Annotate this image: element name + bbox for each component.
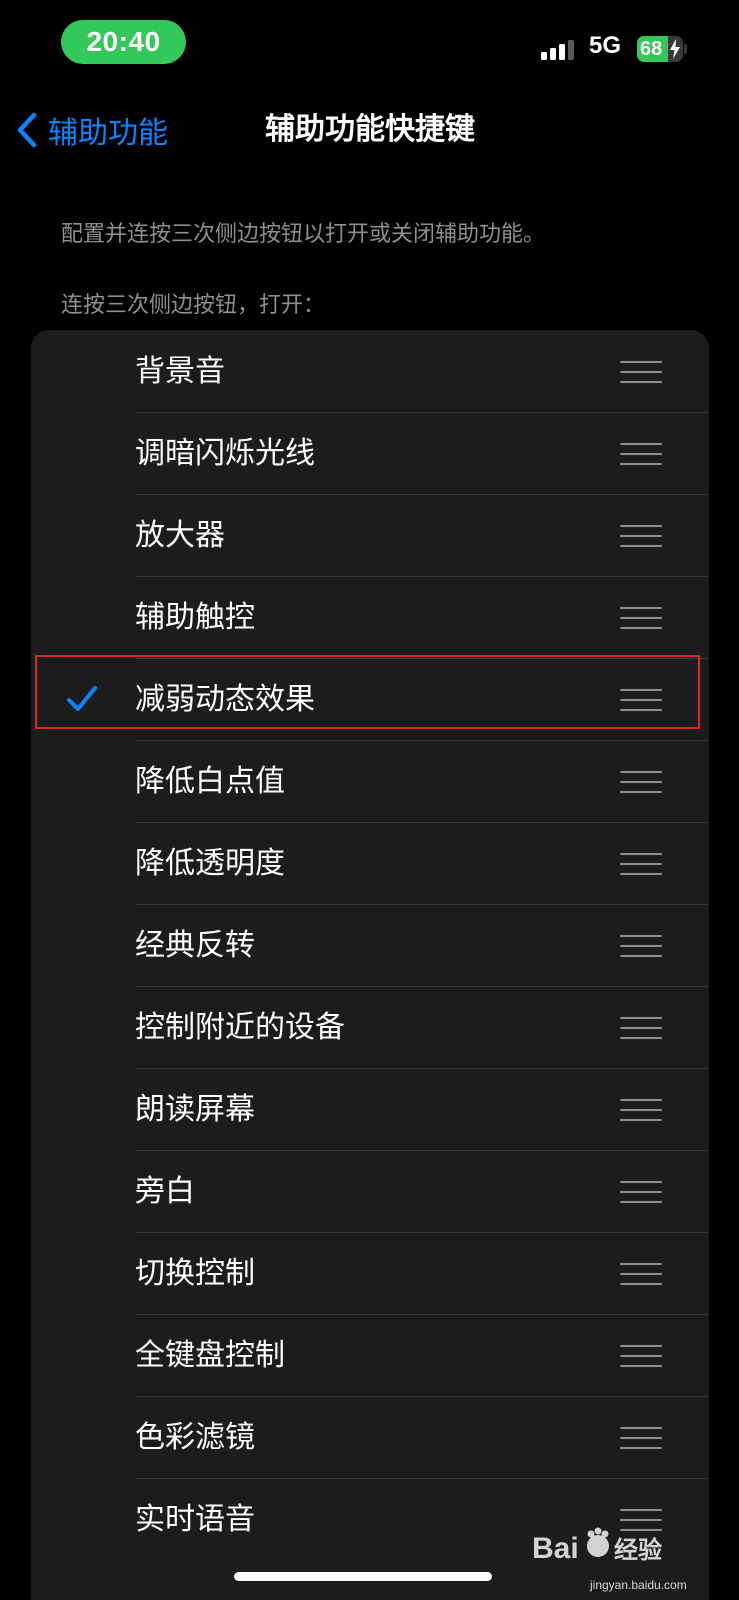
- reorder-handle-icon[interactable]: [620, 607, 662, 629]
- reorder-handle-icon[interactable]: [620, 525, 662, 547]
- signal-bar: [568, 40, 574, 60]
- reorder-handle-icon[interactable]: [620, 853, 662, 875]
- shortcut-row-label: 朗读屏幕: [135, 1092, 255, 1127]
- reorder-handle-icon[interactable]: [620, 1099, 662, 1121]
- network-type: 5G: [589, 32, 622, 59]
- checkmark-icon: [67, 686, 97, 711]
- shortcut-row[interactable]: 减弱动态效果: [31, 658, 709, 741]
- section-header: 连按三次侧边按钮，打开：: [61, 293, 326, 318]
- shortcut-row[interactable]: 辅助触控: [31, 576, 709, 659]
- shortcut-row-label: 辅助触控: [135, 600, 255, 635]
- cellular-signal-icon: [541, 38, 574, 60]
- reorder-handle-icon[interactable]: [620, 1181, 662, 1203]
- reorder-handle-icon[interactable]: [620, 935, 662, 957]
- back-button[interactable]: 辅助功能: [16, 108, 168, 152]
- shortcut-row-label: 切换控制: [135, 1256, 255, 1291]
- shortcut-row-label: 控制附近的设备: [135, 1010, 345, 1045]
- shortcut-row[interactable]: 色彩滤镜: [31, 1396, 709, 1479]
- home-indicator[interactable]: [234, 1572, 492, 1581]
- back-button-label: 辅助功能: [48, 116, 168, 151]
- shortcut-row[interactable]: 切换控制: [31, 1232, 709, 1315]
- shortcut-row[interactable]: 旁白: [31, 1150, 709, 1233]
- signal-bar: [541, 52, 547, 60]
- shortcut-list: 背景音调暗闪烁光线 放大器辅助触控减弱动态效果 降低白点值降低透明度经典反转控制附近…: [31, 330, 709, 1600]
- reorder-handle-icon[interactable]: [620, 1017, 662, 1039]
- signal-bar: [559, 44, 565, 60]
- shortcut-row-label: 降低白点值: [135, 764, 285, 799]
- battery-percent: 68: [640, 38, 663, 60]
- shortcut-row[interactable]: 实时语音: [31, 1478, 709, 1561]
- watermark-url: jingyan.baidu.com: [590, 1578, 687, 1592]
- reorder-handle-icon[interactable]: [620, 771, 662, 793]
- reorder-handle-icon[interactable]: [620, 689, 662, 711]
- battery-icon: 68: [637, 36, 683, 62]
- chevron-left-icon: [17, 112, 37, 148]
- reorder-handle-icon[interactable]: [620, 1345, 662, 1367]
- shortcut-row-label: 减弱动态效果: [135, 682, 315, 717]
- shortcut-row[interactable]: 背景音: [31, 330, 709, 413]
- shortcut-row-label: 旁白: [135, 1174, 195, 1209]
- reorder-handle-icon[interactable]: [620, 1263, 662, 1285]
- reorder-handle-icon[interactable]: [620, 1427, 662, 1449]
- page-title: 辅助功能快捷键: [265, 112, 475, 147]
- shortcut-row-label: 调暗闪烁光线: [135, 436, 315, 471]
- reorder-handle-icon[interactable]: [620, 1509, 662, 1531]
- shortcut-row[interactable]: 降低白点值: [31, 740, 709, 823]
- shortcut-row-label: 实时语音: [135, 1502, 255, 1537]
- battery-cap: [684, 44, 687, 54]
- shortcut-row-label: 背景音: [135, 354, 225, 389]
- shortcut-row[interactable]: 放大器: [31, 494, 709, 577]
- shortcut-row-label: 放大器: [135, 518, 225, 553]
- shortcut-row[interactable]: 降低透明度: [31, 822, 709, 905]
- status-time: 20:40: [61, 20, 186, 64]
- shortcut-row-label: 全键盘控制: [135, 1338, 285, 1373]
- reorder-handle-icon[interactable]: [620, 361, 662, 383]
- shortcut-row-label: 色彩滤镜: [135, 1420, 255, 1455]
- shortcut-row[interactable]: 朗读屏幕: [31, 1068, 709, 1151]
- page-description: 配置并连按三次侧边按钮以打开或关闭辅助功能。: [61, 222, 546, 247]
- signal-bar: [550, 48, 556, 60]
- charging-bolt-icon: [670, 39, 680, 59]
- shortcut-row-label: 降低透明度: [135, 846, 285, 881]
- shortcut-row-label: 经典反转: [135, 928, 255, 963]
- shortcut-row[interactable]: 调暗闪烁光线: [31, 412, 709, 495]
- reorder-handle-icon[interactable]: [620, 443, 662, 465]
- shortcut-row[interactable]: 控制附近的设备: [31, 986, 709, 1069]
- shortcut-row[interactable]: 全键盘控制: [31, 1314, 709, 1397]
- shortcut-row[interactable]: 经典反转: [31, 904, 709, 987]
